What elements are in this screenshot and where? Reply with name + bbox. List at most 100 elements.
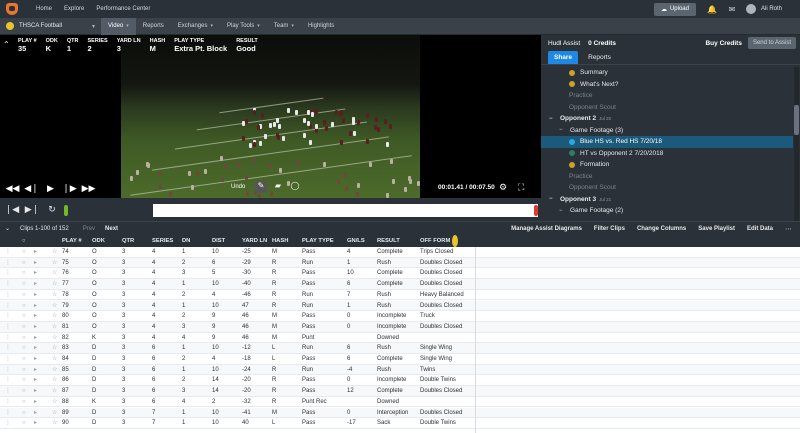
cell-hash[interactable]: L [272, 354, 275, 365]
table-row[interactable]: ⋮ ○ ▸ ☆ 85 D 3 6 1 10 -24 R Run -4 Rush Twins [0, 364, 800, 376]
nav-tab-highlights[interactable]: Highlights [301, 18, 341, 35]
table-row[interactable]: ⋮ ○ ▸ ☆ 89 D 3 7 1 10 -41 M Pass 0 Interception Doubles… [0, 407, 800, 419]
cell-yard-ln[interactable]: -29 [242, 258, 251, 269]
tree-item-opponent-scout[interactable]: Opponent Scout [541, 182, 793, 194]
cell-play-type[interactable]: Run [302, 301, 313, 312]
cell-hash[interactable]: M [272, 333, 277, 344]
prev-button[interactable]: Prev [83, 226, 95, 232]
cell-hash[interactable]: R [272, 386, 276, 397]
cell-qtr[interactable]: 3 [122, 408, 125, 419]
cell-play-type[interactable]: Run [302, 365, 313, 376]
message-icon[interactable]: ✉ [726, 5, 738, 14]
comment-icon[interactable]: ▰ [272, 181, 284, 193]
cell-dist[interactable]: 10 [212, 418, 219, 429]
drag-handle-icon[interactable]: ⋮ [5, 365, 11, 376]
cell-qtr[interactable]: 3 [122, 418, 125, 429]
star-icon[interactable]: ☆ [52, 365, 57, 376]
play-row-icon[interactable]: ▸ [34, 408, 37, 419]
column-header-qtr[interactable]: QTR [122, 235, 134, 247]
cell-gn-ls[interactable]: 0 [347, 408, 350, 419]
collapse-minus-icon[interactable]: − [559, 127, 566, 133]
tree-item-opponent-scout[interactable]: Opponent Scout [541, 102, 793, 114]
fullscreen-icon[interactable]: ⛶ [518, 182, 524, 193]
drag-handle-icon[interactable]: ⋮ [5, 397, 11, 408]
cell-result[interactable]: Incomplete [377, 311, 406, 322]
cell-odk[interactable]: K [92, 333, 96, 344]
cell-off-form[interactable]: Heavy Balanced [420, 290, 464, 301]
cell-odk[interactable]: D [92, 408, 96, 419]
cell-yard-ln[interactable]: 46 [242, 333, 249, 344]
cell-gn-ls[interactable]: 0 [347, 311, 350, 322]
play-row-icon[interactable]: ▸ [34, 311, 37, 322]
nav-tab-reports[interactable]: Reports [136, 18, 171, 35]
cell-play-[interactable]: 82 [62, 333, 69, 344]
cell-gn-ls[interactable]: 6 [347, 354, 350, 365]
cell-qtr[interactable]: 3 [122, 268, 125, 279]
play-row-icon[interactable]: ▸ [34, 386, 37, 397]
star-icon[interactable]: ☆ [52, 386, 57, 397]
table-row[interactable]: ⋮ ○ ▸ ☆ 87 D 3 6 3 14 -20 R Pass 12 Complete Doubles Cl… [0, 386, 800, 397]
cell-odk[interactable]: O [92, 322, 97, 333]
skip-next-icon[interactable]: ▶❘ [24, 204, 40, 215]
collapse-minus-icon[interactable]: − [559, 208, 566, 214]
cell-series[interactable]: 4 [152, 290, 155, 301]
column-header-dn[interactable]: DN [182, 235, 190, 247]
play-row-icon[interactable]: ▸ [34, 247, 37, 258]
cell-off-form[interactable]: Single Wing [420, 354, 452, 365]
row-checkbox[interactable]: ○ [22, 418, 26, 429]
cell-play-type[interactable]: Pass [302, 354, 315, 365]
cell-qtr[interactable]: 3 [122, 397, 125, 408]
cell-odk[interactable]: D [92, 365, 96, 376]
tree-item-summary[interactable]: Summary [541, 67, 793, 79]
row-checkbox[interactable]: ○ [22, 290, 26, 301]
cell-odk[interactable]: O [92, 290, 97, 301]
star-icon[interactable]: ☆ [52, 343, 57, 354]
timeline-end-handle[interactable] [534, 205, 538, 216]
cell-dn[interactable]: 2 [182, 354, 185, 365]
play-row-icon[interactable]: ▸ [34, 268, 37, 279]
cell-hash[interactable]: L [272, 343, 275, 354]
cell-play-type[interactable]: Pass [302, 408, 315, 419]
cell-dn[interactable]: 3 [182, 322, 185, 333]
cell-yard-ln[interactable]: 46 [242, 322, 249, 333]
tree-item-game-footage-2-[interactable]: − Game Footage (2) [541, 205, 793, 217]
cell-hash[interactable]: R [272, 258, 276, 269]
tree-item-opponent-2[interactable]: − Opponent 2 Jul 20 [541, 113, 793, 125]
cell-dist[interactable]: 4 [212, 290, 215, 301]
nav-tab-play-tools[interactable]: Play Tools ▾ [220, 18, 267, 35]
cell-play-[interactable]: 74 [62, 247, 69, 258]
cell-odk[interactable]: D [92, 375, 96, 386]
cell-dn[interactable]: 1 [182, 418, 185, 429]
row-checkbox[interactable]: ○ [22, 408, 26, 419]
cell-qtr[interactable]: 3 [122, 258, 125, 269]
fast-forward-icon[interactable]: ▶▶ [79, 183, 98, 194]
cell-result[interactable]: Downed [377, 333, 399, 344]
row-checkbox[interactable]: ○ [22, 397, 26, 408]
cell-hash[interactable]: R [272, 268, 276, 279]
cell-odk[interactable]: D [92, 343, 96, 354]
cell-yard-ln[interactable]: -30 [242, 268, 251, 279]
cell-result[interactable]: Complete [377, 247, 403, 258]
cell-play-[interactable]: 88 [62, 397, 69, 408]
cell-gn-ls[interactable]: 12 [347, 386, 354, 397]
cell-play-[interactable]: 83 [62, 343, 69, 354]
cell-play-[interactable]: 75 [62, 258, 69, 269]
tab-reports[interactable]: Reports [582, 51, 617, 64]
cell-yard-ln[interactable]: -25 [242, 247, 251, 258]
cell-yard-ln[interactable]: -18 [242, 354, 251, 365]
cell-play-type[interactable]: Punt Rec [302, 397, 327, 408]
play-row-icon[interactable]: ▸ [34, 418, 37, 429]
video-player[interactable]: ⌃ PLAY #35 ODK K QTR 1 SERIES 2 YARD LN 3 HASH M PL… [0, 35, 541, 198]
cell-dn[interactable]: 2 [182, 290, 185, 301]
top-nav-explore[interactable]: Explore [64, 6, 84, 12]
cell-hash[interactable]: R [272, 375, 276, 386]
cell-hash[interactable]: R [272, 290, 276, 301]
column-header-dist[interactable]: DIST [212, 235, 225, 247]
hudl-logo-icon[interactable] [6, 3, 18, 15]
table-row[interactable]: ⋮ ○ ▸ ☆ 76 O 3 4 3 5 -30 R Pass 10 Complete Doubles Clo… [0, 268, 800, 280]
cell-gn-ls[interactable]: 1 [347, 301, 350, 312]
cell-qtr[interactable]: 3 [122, 386, 125, 397]
cell-off-form[interactable]: Single Wing [420, 343, 452, 354]
drag-handle-icon[interactable]: ⋮ [5, 290, 11, 301]
drag-handle-icon[interactable]: ⋮ [5, 375, 11, 386]
